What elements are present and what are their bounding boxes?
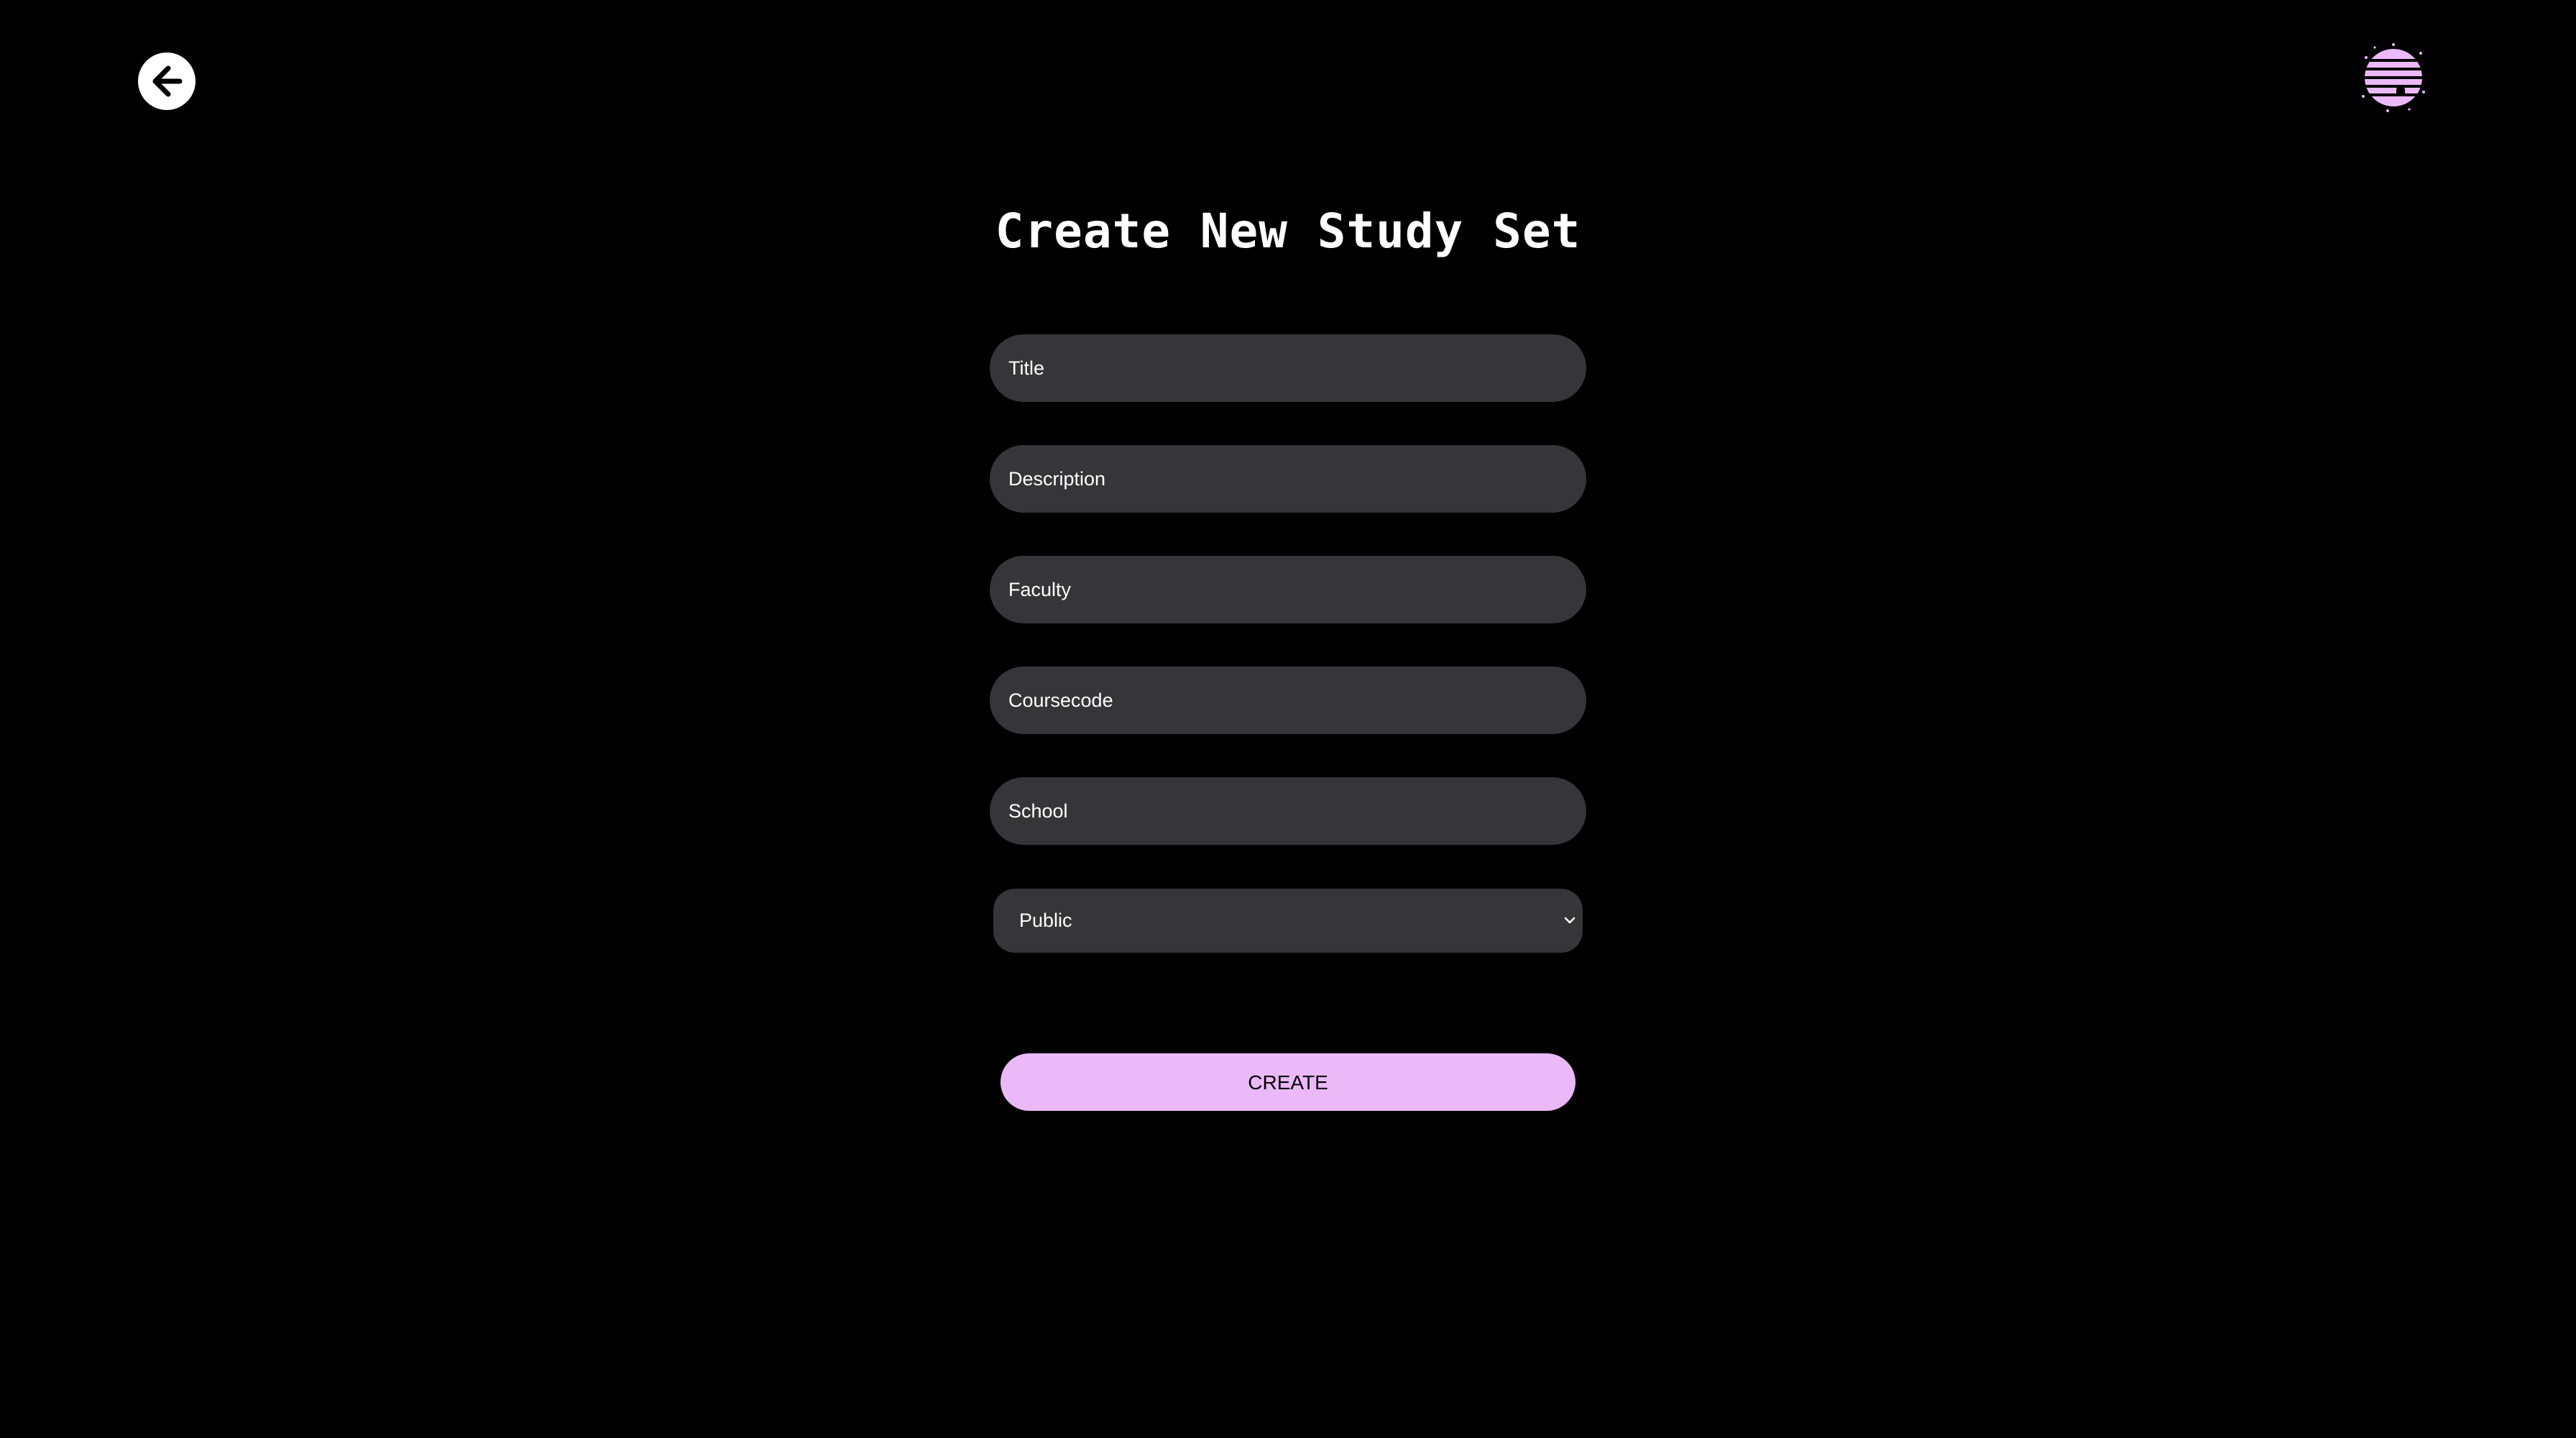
school-input[interactable] xyxy=(990,777,1586,845)
visibility-select[interactable]: Public xyxy=(993,889,1583,953)
page-title: Create New Study Set xyxy=(995,203,1581,259)
app-logo[interactable] xyxy=(2359,42,2428,114)
faculty-input[interactable] xyxy=(990,556,1586,623)
back-button[interactable] xyxy=(138,52,196,110)
create-study-set-page: Create New Study Set Public CREATE xyxy=(0,0,2576,1438)
arrow-left-icon xyxy=(152,65,183,97)
coursecode-input[interactable] xyxy=(990,667,1586,734)
visibility-selected-value: Public xyxy=(1019,910,1072,931)
create-button[interactable]: CREATE xyxy=(1000,1053,1576,1111)
title-input[interactable] xyxy=(990,334,1586,402)
striped-planet-logo-icon xyxy=(2362,43,2425,112)
description-input[interactable] xyxy=(990,445,1586,513)
chevron-down-icon xyxy=(1563,915,1577,926)
